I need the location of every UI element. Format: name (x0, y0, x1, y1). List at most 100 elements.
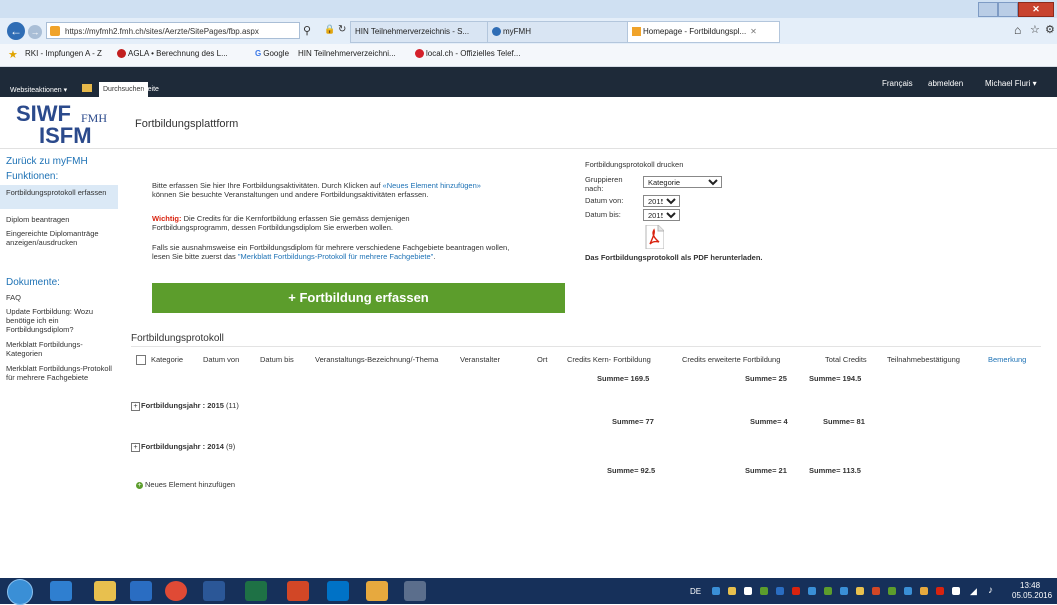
language-link[interactable]: Français (882, 79, 913, 88)
logout-link[interactable]: abmelden (928, 79, 963, 88)
tray-icon-2[interactable] (728, 587, 736, 595)
column-header-bemerkung[interactable]: Bemerkung (988, 355, 1026, 364)
favorite-agla[interactable]: AGLA • Berechnung des L... (117, 49, 228, 59)
nav-item-update-fortbildung[interactable]: Update Fortbildung: Wozu benötige ich ei… (6, 307, 114, 334)
tray-icon-10[interactable] (856, 587, 864, 595)
tray-icon-14[interactable] (920, 587, 928, 595)
column-header-veranstaltung[interactable]: Veranstaltungs-Bezeichnung/-Thema (315, 355, 438, 364)
start-button[interactable] (7, 579, 33, 605)
favorite-rki[interactable]: RKI - Impfungen A - Z (25, 49, 102, 58)
lock-icon: 🔒 (324, 24, 336, 34)
group-row-2014[interactable]: + Fortbildungsjahr : 2014 (9) (131, 442, 235, 452)
tab-page[interactable]: Seite (143, 86, 159, 93)
tab-browse[interactable]: Durchsuchen (99, 82, 149, 97)
window-restore-button[interactable] (998, 2, 1018, 17)
url-text: https://myfmh2.fmh.ch/sites/Aerzte/SiteP… (65, 27, 259, 36)
tray-icon-6[interactable] (792, 587, 800, 595)
taskbar-ie-icon[interactable] (50, 581, 72, 601)
taskbar-paint-icon[interactable] (366, 581, 388, 601)
tray-icon-12[interactable] (888, 587, 896, 595)
taskbar-chrome-icon[interactable] (165, 581, 187, 601)
tab-myfmh[interactable]: myFMH (487, 21, 628, 43)
column-header-datum-bis[interactable]: Datum bis (260, 355, 294, 364)
column-header-datum-von[interactable]: Datum von (203, 355, 239, 364)
tray-icon-5[interactable] (776, 587, 784, 595)
nav-item-merkblatt-kategorien[interactable]: Merkblatt Fortbildungs-Kategorien (6, 340, 114, 358)
tab-homepage[interactable]: Homepage - Fortbildungspl... ✕ (627, 21, 780, 43)
taskbar-word-icon[interactable] (203, 581, 225, 601)
expand-icon[interactable]: + (131, 401, 140, 411)
tray-icon-3[interactable] (744, 587, 752, 595)
clock-time[interactable]: 13:48 (1020, 581, 1040, 590)
new-element-link[interactable]: + Neues Element hinzufügen (136, 480, 235, 489)
clock-date[interactable]: 05.05.2016 (1012, 591, 1052, 600)
forward-button[interactable]: → (28, 25, 42, 39)
column-header-veranstalter[interactable]: Veranstalter (460, 355, 500, 364)
window-close-button[interactable]: ✕ (1018, 2, 1054, 17)
home-icon[interactable]: ⌂ (1014, 23, 1021, 37)
tray-icon-13[interactable] (904, 587, 912, 595)
group-2014-erw-sum: Summe= 21 (745, 466, 787, 475)
nav-item-protokoll-erfassen[interactable]: Fortbildungsprotokoll erfassen (6, 188, 114, 197)
taskbar-outlook-icon[interactable] (327, 581, 349, 601)
tray-icon-4[interactable] (760, 587, 768, 595)
column-header-ort[interactable]: Ort (537, 355, 547, 364)
date-from-label: Datum von: (585, 196, 624, 205)
new-element-inline-link[interactable]: «Neues Element hinzufügen» (383, 181, 481, 190)
date-to-select[interactable]: 2015 (643, 209, 680, 221)
language-indicator[interactable]: DE (690, 587, 701, 596)
favorite-localch[interactable]: local.ch - Offizielles Telef... (415, 49, 520, 59)
tab-hin[interactable]: HIN Teilnehmerverzeichnis - S... (350, 21, 490, 43)
nav-item-diplom-beantragen[interactable]: Diplom beantragen (6, 215, 114, 224)
tray-icon-8[interactable] (824, 587, 832, 595)
favorite-google[interactable]: G Google (255, 49, 289, 58)
add-fortbildung-button[interactable]: + Fortbildung erfassen (152, 283, 565, 313)
nav-item-merkblatt-fachgebiete[interactable]: Merkblatt Fortbildungs-Protokoll für meh… (6, 364, 114, 382)
column-header-total-credits[interactable]: Total Credits (825, 355, 867, 364)
date-from-select[interactable]: 2015 (643, 195, 680, 207)
tray-icon-7[interactable] (808, 587, 816, 595)
window-minimize-button[interactable] (978, 2, 998, 17)
nav-item-faq[interactable]: FAQ (6, 293, 114, 302)
column-header-kategorie[interactable]: Kategorie (151, 355, 183, 364)
user-menu[interactable]: Michael Fluri ▾ (985, 79, 1037, 88)
favorites-add-icon[interactable]: ★ (8, 48, 18, 61)
expand-icon[interactable]: + (131, 442, 140, 452)
taskbar-app-icon[interactable] (404, 581, 426, 601)
tray-icon-16[interactable] (952, 587, 960, 595)
url-field[interactable]: https://myfmh2.fmh.ch/sites/Aerzte/SiteP… (46, 22, 300, 39)
select-all-checkbox[interactable] (136, 355, 146, 365)
network-icon[interactable]: ◢ (970, 586, 977, 597)
favorites-star-icon[interactable]: ☆ (1030, 23, 1040, 36)
settings-gear-icon[interactable]: ⚙ (1045, 23, 1055, 36)
tray-icon-1[interactable] (712, 587, 720, 595)
column-header-credits-erweitert[interactable]: Credits erweiterte Fortbildung (682, 355, 780, 364)
pdf-icon[interactable] (644, 224, 665, 250)
site-actions-menu[interactable]: Websiteaktionen ▾ (10, 86, 67, 94)
pdf-download-link[interactable]: Das Fortbildungsprotokoll als PDF herunt… (585, 253, 763, 262)
volume-icon[interactable]: ♪ (988, 585, 993, 596)
refresh-icon[interactable]: ↻ (338, 24, 346, 35)
tray-icon-11[interactable] (872, 587, 880, 595)
navigate-up-icon[interactable] (82, 84, 92, 92)
tab-close-icon[interactable]: ✕ (750, 27, 757, 36)
logo-isfm: ISFM (39, 123, 92, 148)
intro-paragraph-1: Bitte erfassen Sie hier Ihre Fortbildung… (152, 181, 481, 190)
tray-icon-9[interactable] (840, 587, 848, 595)
group-row-2015[interactable]: + Fortbildungsjahr : 2015 (11) (131, 401, 239, 411)
taskbar-excel-icon[interactable] (245, 581, 267, 601)
taskbar-outlook-web-icon[interactable] (130, 581, 152, 601)
taskbar-powerpoint-icon[interactable] (287, 581, 309, 601)
protocol-title: Fortbildungsprotokoll (131, 333, 224, 344)
column-header-credits-kern[interactable]: Credits Kern- Fortbildung (567, 355, 651, 364)
merkblatt-inline-link[interactable]: "Merkblatt Fortbildungs-Protokoll für me… (238, 252, 433, 261)
group-by-select[interactable]: Kategorie (643, 176, 722, 188)
column-header-teilnahmebestaetigung[interactable]: Teilnahmebestätigung (887, 355, 960, 364)
taskbar-explorer-icon[interactable] (94, 581, 116, 601)
search-icon[interactable]: ⚲ (303, 24, 311, 37)
nav-item-diplomantraege[interactable]: Eingereichte Diplomanträge anzeigen/ausd… (6, 229, 114, 247)
back-to-myfmh-link[interactable]: Zurück zu myFMH (6, 156, 88, 167)
tray-icon-15[interactable] (936, 587, 944, 595)
back-button[interactable]: ← (7, 22, 25, 40)
favorite-hin[interactable]: HIN Teilnehmerverzeichni... (298, 49, 396, 58)
